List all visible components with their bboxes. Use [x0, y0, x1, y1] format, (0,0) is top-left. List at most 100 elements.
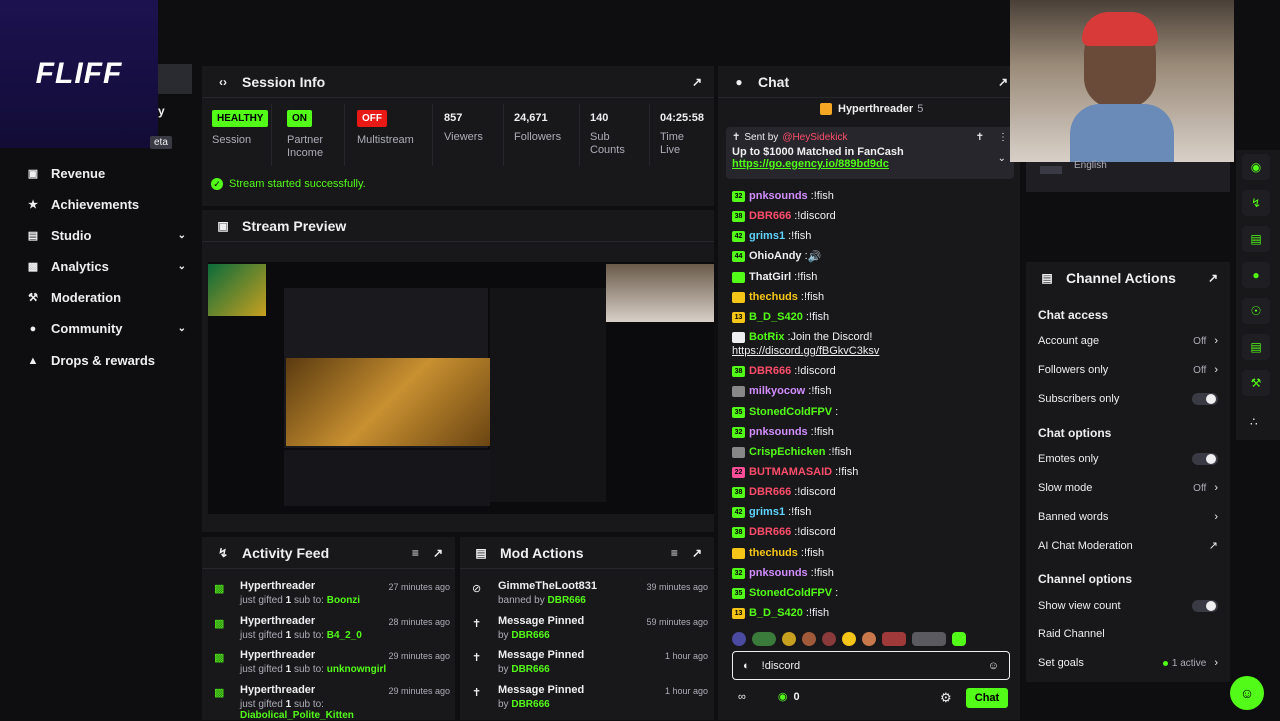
emote-icon[interactable]	[882, 632, 906, 646]
emote-icon[interactable]	[822, 632, 836, 646]
account-age-row[interactable]: Account age Off ›	[1038, 335, 1218, 347]
nav-item-achievements[interactable]: ★ Achievements	[26, 197, 186, 212]
nav-item-studio[interactable]: ▤ Studio ⌄	[26, 228, 186, 243]
chat-username[interactable]: grims1	[749, 230, 785, 242]
chat-username[interactable]: B_D_S420	[749, 311, 803, 323]
ai-moderation-row[interactable]: AI Chat Moderation ↗	[1038, 539, 1218, 553]
setting-value: Off	[1193, 364, 1207, 376]
session-info-header: ‹› Session Info ↗	[202, 66, 714, 98]
emote-icon[interactable]	[952, 632, 966, 646]
status-text: Stream started successfully.	[229, 178, 366, 190]
activity-feed-header: ↯ Activity Feed ≡ ↗	[202, 537, 455, 569]
mod-by[interactable]: DBR666	[511, 630, 549, 641]
emote-icon[interactable]	[862, 632, 876, 646]
banned-words-row[interactable]: Banned words ›	[1038, 511, 1218, 523]
chat-bubble-icon[interactable]: ●	[1242, 262, 1270, 288]
chat-username[interactable]: DBR666	[749, 210, 791, 222]
nav-partial-label: y	[158, 104, 165, 118]
filter-icon[interactable]: ≡	[412, 546, 419, 560]
chat-username[interactable]: StonedColdFPV	[749, 406, 832, 418]
bolt-icon[interactable]: ↯	[1242, 190, 1270, 216]
chat-username[interactable]: milkyocow	[749, 385, 805, 397]
popout-icon[interactable]: ↗	[998, 75, 1008, 89]
nav-item-revenue[interactable]: ▣ Revenue	[26, 166, 186, 181]
chat-send-button[interactable]: Chat	[966, 688, 1008, 708]
emote-icon[interactable]	[752, 632, 776, 646]
subscriber-badge-icon: 22	[732, 466, 745, 478]
popout-icon[interactable]: ↗	[692, 75, 702, 89]
show-view-count-toggle[interactable]	[1192, 600, 1218, 612]
chat-username[interactable]: CrispEchicken	[749, 446, 825, 458]
chat-username[interactable]: ThatGirl	[749, 271, 791, 283]
pinned-message[interactable]: ✝ Sent by @HeySidekick ✝ ⋮ Up to $1000 M…	[726, 127, 1014, 179]
activity-feed-item: ▩ Hyperthreader just gifted 1 sub to: Di…	[214, 684, 450, 721]
nav-item-analytics[interactable]: ▩ Analytics ⌄	[26, 259, 186, 274]
chat-username[interactable]: DBR666	[749, 486, 791, 498]
reply-icon[interactable]: ◐	[743, 660, 750, 672]
gear-icon[interactable]: ⚙	[940, 690, 952, 706]
unpin-icon[interactable]: ✝	[976, 132, 984, 143]
set-goals-row[interactable]: Set goals 1 active ›	[1038, 657, 1218, 669]
emote-icon[interactable]	[802, 632, 816, 646]
activity-feed-title: Activity Feed	[242, 544, 330, 561]
points-icon[interactable]: ∞	[738, 691, 746, 703]
brand-logo[interactable]: FLIFF	[0, 0, 158, 148]
camera-icon[interactable]: ◉	[1242, 154, 1270, 180]
chat-username[interactable]: DBR666	[749, 526, 791, 538]
chat-username[interactable]: pnksounds	[749, 190, 808, 202]
chat-username[interactable]: pnksounds	[749, 426, 808, 438]
popout-icon[interactable]: ↗	[433, 546, 443, 560]
wrench-icon[interactable]: ⚒	[1242, 370, 1270, 396]
feed-target[interactable]: Boonzi	[327, 595, 360, 606]
nav-item-moderation[interactable]: ⚒ Moderation	[26, 290, 186, 305]
stream-status-message: ✓ Stream started successfully.	[211, 178, 366, 190]
emote-icon[interactable]	[782, 632, 796, 646]
language-row[interactable]: English	[1026, 160, 1230, 192]
pinned-link[interactable]: https://go.egency.io/889bd9dc	[732, 158, 1008, 170]
chat-username[interactable]: B_D_S420	[749, 607, 803, 619]
chat-username[interactable]: StonedColdFPV	[749, 587, 832, 599]
chat-username[interactable]: grims1	[749, 506, 785, 518]
emote-icon[interactable]	[732, 632, 746, 646]
popout-icon[interactable]: ↗	[1208, 271, 1218, 285]
mod-by[interactable]: DBR666	[511, 699, 549, 710]
more-options-icon[interactable]: ⋮	[998, 132, 1008, 143]
pinned-sender[interactable]: @HeySidekick	[782, 132, 847, 143]
filter-icon[interactable]: ≡	[671, 546, 678, 560]
nav-item-drops[interactable]: ▲ Drops & rewards	[26, 353, 186, 368]
emoji-icon[interactable]: ☺	[988, 660, 999, 672]
stream-preview-video[interactable]	[208, 262, 714, 514]
chat-username[interactable]: DBR666	[749, 365, 791, 377]
top-gifter[interactable]: Hyperthreader 5	[820, 103, 923, 115]
emote-icon[interactable]	[842, 632, 856, 646]
nav-item-community[interactable]: ● Community ⌄	[26, 321, 186, 336]
stat-value: 04:25:58	[660, 112, 705, 124]
chat-username[interactable]: BUTMAMASAID	[749, 466, 832, 478]
setting-label: Show view count	[1038, 600, 1121, 612]
chat-username[interactable]: pnksounds	[749, 567, 808, 579]
popout-icon[interactable]: ↗	[692, 546, 702, 560]
chevron-down-icon[interactable]: ⌄	[998, 153, 1006, 164]
raid-channel-row[interactable]: Raid Channel	[1038, 628, 1218, 640]
mod-by[interactable]: DBR666	[548, 595, 586, 606]
document-icon[interactable]: ▤	[1242, 226, 1270, 252]
layout-icon[interactable]: ▤	[1242, 334, 1270, 360]
chat-username[interactable]: thechuds	[749, 291, 798, 303]
feed-target[interactable]: Diabolical_Polite_Kitten	[240, 710, 354, 721]
chat-username[interactable]: thechuds	[749, 547, 798, 559]
nodes-icon[interactable]: ∴	[1250, 415, 1258, 429]
feed-target[interactable]: B4_2_0	[327, 630, 362, 641]
broadcast-icon[interactable]: ☉	[1242, 298, 1270, 324]
subscriber-badge-icon: 35	[732, 406, 745, 418]
emote-icon[interactable]	[912, 632, 946, 646]
slow-mode-row[interactable]: Slow mode Off ›	[1038, 482, 1218, 494]
chat-username[interactable]: OhioAndy	[749, 250, 802, 262]
followers-only-row[interactable]: Followers only Off ›	[1038, 364, 1218, 376]
subscribers-only-toggle[interactable]	[1192, 393, 1218, 405]
chat-link[interactable]: https://discord.gg/fBGkvC3ksv	[732, 342, 879, 360]
feed-target[interactable]: unknowngirl	[327, 664, 386, 675]
mod-by[interactable]: DBR666	[511, 664, 549, 675]
chat-input[interactable]: ◐ !discord ☺	[732, 651, 1010, 680]
emotes-only-toggle[interactable]	[1192, 453, 1218, 465]
help-icon[interactable]: ☺	[1230, 676, 1264, 710]
